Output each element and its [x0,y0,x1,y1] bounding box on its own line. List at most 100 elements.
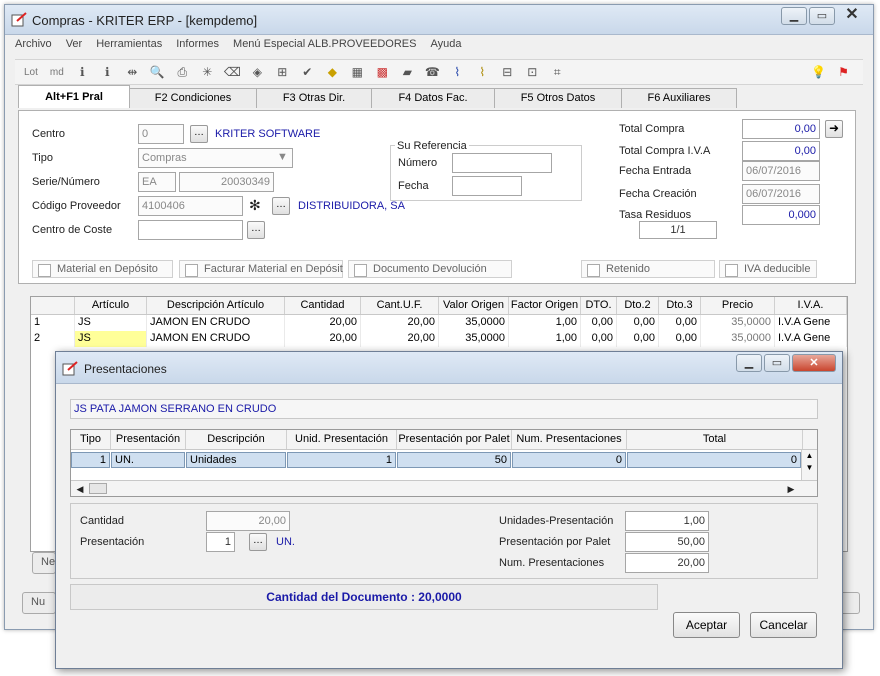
centro-input[interactable]: 0 [138,124,184,144]
unidades-presentacion-input[interactable]: 1,00 [625,511,709,531]
cell-dto2[interactable]: 0,00 [617,331,659,347]
cell-articulo[interactable]: JS [75,315,147,331]
flag-icon[interactable]: ⚑ [834,63,853,81]
presentacion-input[interactable]: 1 [206,532,235,552]
col-descripcion[interactable]: Descripción [186,430,287,449]
cell-dto3[interactable]: 0,00 [659,331,701,347]
cancelar-button[interactable]: Cancelar [750,612,817,638]
horizontal-scrollbar[interactable]: ◀ ▶ [71,480,817,496]
tab-otras-dir[interactable]: F3 Otras Dir. [256,88,372,108]
cell-precio[interactable]: 35,0000 [701,315,775,331]
tipo-select[interactable]: Compras [138,148,293,168]
vertical-scrollbar[interactable]: ▲ ▼ [801,450,817,480]
menu-ayuda[interactable]: Ayuda [430,38,461,54]
aceptar-button[interactable]: Aceptar [673,612,740,638]
checkbox-retenido[interactable]: Retenido [581,260,715,278]
minimize-button[interactable]: ▁ [781,7,807,25]
proveedor-lookup-button[interactable]: … [272,197,290,215]
clip2-icon[interactable]: ⌇ [473,63,492,81]
dialog-close-button[interactable]: ✕ [792,354,836,372]
menu-archivo[interactable]: Archivo [15,38,52,54]
print-icon[interactable]: ⎙ [173,63,192,81]
lot-button[interactable]: Lot [21,63,41,81]
cantidad-input[interactable]: 20,00 [206,511,290,531]
checkbox-documento-devolucion[interactable]: Documento Devolución [348,260,512,278]
tab-datos-fac[interactable]: F4 Datos Fac. [371,88,495,108]
info2-icon[interactable]: ℹ [98,63,117,81]
col-factor-origen[interactable]: Factor Origen [509,297,581,314]
comment-icon[interactable]: ▰ [398,63,417,81]
cell-descripcion[interactable]: Unidades [186,452,286,468]
scroll-down-icon[interactable]: ▼ [802,462,817,474]
close-button[interactable]: ✕ [837,7,867,25]
table-row[interactable]: 2 JS JAMON EN CRUDO 20,00 20,00 35,0000 … [31,331,847,347]
col-presentacion-palet[interactable]: Presentación por Palet [397,430,512,449]
chevron-down-icon[interactable]: ▼ [277,151,288,163]
star-icon[interactable]: ✻ [249,197,261,214]
sparkle-icon[interactable]: ✳ [198,63,217,81]
col-dto3[interactable]: Dto.3 [659,297,701,314]
menu-ver[interactable]: Ver [66,38,83,54]
num-presentaciones-input[interactable]: 20,00 [625,553,709,573]
tab-pral[interactable]: Alt+F1 Pral [18,85,130,108]
presentacion-lookup-button[interactable]: … [249,533,267,551]
preview-icon[interactable]: 🔍 [148,63,167,81]
scroll-thumb[interactable] [89,483,107,494]
cell-presentacion[interactable]: UN. [111,452,185,468]
checkbox-material-deposito[interactable]: Material en Depósito [32,260,173,278]
tray-icon[interactable]: ⊟ [498,63,517,81]
info-icon[interactable]: ℹ [73,63,92,81]
cell-valor-origen[interactable]: 35,0000 [439,315,509,331]
dialog-maximize-button[interactable]: ▭ [764,354,790,372]
fecha-creacion-input[interactable]: 06/07/2016 [742,184,820,204]
col-num-presentaciones[interactable]: Num. Presentaciones [512,430,627,449]
menu-herramientas[interactable]: Herramientas [96,38,162,54]
cell-total[interactable]: 0 [627,452,801,468]
col-precio[interactable]: Precio [701,297,775,314]
fecha-entrada-input[interactable]: 06/07/2016 [742,161,820,181]
cell-unid-presentacion[interactable]: 1 [287,452,396,468]
calculator-icon[interactable]: ▦ [348,63,367,81]
checkbox-facturar-material[interactable]: Facturar Material en Depósit [179,260,343,278]
tab-otros-datos[interactable]: F5 Otros Datos [494,88,622,108]
color-grid-icon[interactable]: ▩ [373,63,392,81]
col-tipo[interactable]: Tipo [71,430,111,449]
cell-valor-origen[interactable]: 35,0000 [439,331,509,347]
cell-dto3[interactable]: 0,00 [659,315,701,331]
coste-lookup-button[interactable]: … [247,221,265,239]
col-total[interactable]: Total [627,430,803,449]
table-row[interactable]: 1 UN. Unidades 1 50 0 0 [71,452,817,468]
centro-lookup-button[interactable]: … [190,125,208,143]
col-descripcion[interactable]: Descripción Artículo [147,297,285,314]
cell-dto2[interactable]: 0,00 [617,315,659,331]
cell-iva[interactable]: I.V.A Gene [775,331,847,347]
cell-dto[interactable]: 0,00 [581,331,617,347]
numero-input[interactable]: 20030349 [179,172,274,192]
tag-icon[interactable]: ◈ [248,63,267,81]
col-cant-uf[interactable]: Cant.U.F. [361,297,439,314]
scroll-right-icon[interactable]: ▶ [783,482,799,496]
check-list-icon[interactable]: ✔ [298,63,317,81]
col-presentacion[interactable]: Presentación [111,430,186,449]
serie-input[interactable]: EA [138,172,176,192]
cell-cantidad[interactable]: 20,00 [285,315,361,331]
zoom-icon[interactable]: ⊡ [523,63,542,81]
cell-factor-origen[interactable]: 1,00 [509,315,581,331]
cell-factor-origen[interactable]: 1,00 [509,331,581,347]
scale-icon[interactable]: ⇹ [123,63,142,81]
col-dto[interactable]: DTO. [581,297,617,314]
tree-icon[interactable]: ⊞ [273,63,292,81]
checkbox-iva-deducible[interactable]: IVA deducible [719,260,817,278]
col-unid-presentacion[interactable]: Unid. Presentación [287,430,397,449]
warning-icon[interactable]: ◆ [323,63,342,81]
menu-especial[interactable]: Menú Especial ALB.PROVEEDORES [233,38,416,54]
cell-num-presentaciones[interactable]: 0 [512,452,626,468]
col-dto2[interactable]: Dto.2 [617,297,659,314]
cell-articulo[interactable]: JS [75,331,147,347]
su-ref-fecha-input[interactable] [452,176,522,196]
cell-descripcion[interactable]: JAMON EN CRUDO [147,331,285,347]
maximize-button[interactable]: ▭ [809,7,835,25]
col-valor-origen[interactable]: Valor Origen [439,297,509,314]
cell-iva[interactable]: I.V.A Gene [775,315,847,331]
proveedor-input[interactable]: 4100406 [138,196,243,216]
